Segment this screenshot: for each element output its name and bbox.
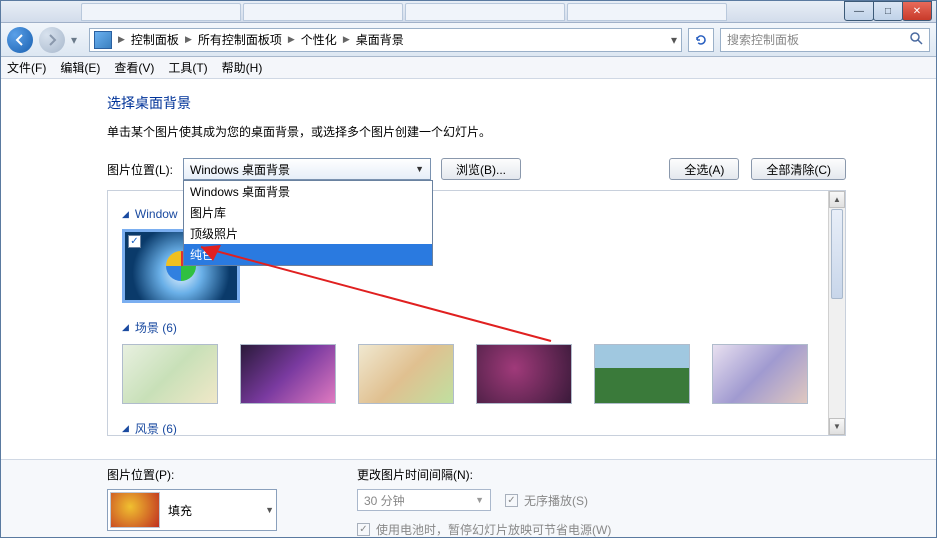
nav-history-dropdown[interactable]: ▾ xyxy=(71,27,83,53)
wallpaper-thumb[interactable] xyxy=(240,344,336,404)
bottom-panel: 图片位置(P): 填充 ▼ 更改图片时间间隔(N): 30 分钟 ▼ ✓ 无序播… xyxy=(1,459,936,537)
minimize-button[interactable]: — xyxy=(844,1,874,21)
interval-value: 30 分钟 xyxy=(364,492,405,509)
group-label: 场景 (6) xyxy=(135,319,177,336)
arrow-left-icon xyxy=(14,34,26,46)
search-placeholder: 搜索控制面板 xyxy=(727,31,799,48)
back-button[interactable] xyxy=(7,27,33,53)
menu-help[interactable]: 帮助(H) xyxy=(222,59,263,76)
menu-bar: 文件(F) 编辑(E) 查看(V) 工具(T) 帮助(H) xyxy=(1,57,936,79)
navigation-bar: ▾ ▶ 控制面板 ▶ 所有控制面板项 ▶ 个性化 ▶ 桌面背景 ▾ 搜索控制面板 xyxy=(1,23,936,57)
control-panel-icon xyxy=(94,31,112,49)
picture-position-group: 图片位置(P): 填充 ▼ xyxy=(107,466,277,537)
checkbox-icon: ✓ xyxy=(357,523,370,536)
picture-location-combo[interactable]: Windows 桌面背景 ▼ Windows 桌面背景 图片库 顶级照片 纯色 xyxy=(183,158,431,180)
search-input[interactable]: 搜索控制面板 xyxy=(720,28,930,52)
picture-position-combo[interactable]: 填充 ▼ xyxy=(107,489,277,531)
titlebar-tab[interactable] xyxy=(243,3,403,21)
picture-location-dropdown: Windows 桌面背景 图片库 顶级照片 纯色 xyxy=(183,180,433,266)
breadcrumb-item[interactable]: 桌面背景 xyxy=(356,31,404,48)
browse-button[interactable]: 浏览(B)... xyxy=(441,158,521,180)
titlebar-tab[interactable] xyxy=(81,3,241,21)
menu-file[interactable]: 文件(F) xyxy=(7,59,46,76)
shuffle-checkbox[interactable]: ✓ 无序播放(S) xyxy=(505,492,588,509)
breadcrumb-item[interactable]: 所有控制面板项 xyxy=(198,31,282,48)
chevron-down-icon: ▼ xyxy=(265,505,274,515)
combo-value: Windows 桌面背景 xyxy=(190,161,290,178)
interval-group: 更改图片时间间隔(N): 30 分钟 ▼ ✓ 无序播放(S) ✓ 使用电池时，暂… xyxy=(357,466,611,537)
combo-option[interactable]: 图片库 xyxy=(184,202,432,223)
group-header-scenes[interactable]: ◢ 场景 (6) xyxy=(122,319,831,336)
menu-view[interactable]: 查看(V) xyxy=(114,59,154,76)
picture-location-row: 图片位置(L): Windows 桌面背景 ▼ Windows 桌面背景 图片库… xyxy=(107,158,846,180)
wallpaper-thumb[interactable] xyxy=(122,344,218,404)
page-description: 单击某个图片使其成为您的桌面背景，或选择多个图片创建一个幻灯片。 xyxy=(107,123,846,140)
refresh-button[interactable] xyxy=(688,28,714,52)
titlebar-tab[interactable] xyxy=(405,3,565,21)
breadcrumb-item[interactable]: 个性化 xyxy=(301,31,337,48)
wallpaper-checkbox[interactable]: ✓ xyxy=(128,235,141,248)
chevron-right-icon: ▶ xyxy=(181,34,196,45)
checkbox-icon: ✓ xyxy=(505,494,518,507)
menu-tools[interactable]: 工具(T) xyxy=(168,59,207,76)
shuffle-label: 无序播放(S) xyxy=(524,492,588,509)
wallpaper-thumb[interactable] xyxy=(358,344,454,404)
chevron-down-icon: ▼ xyxy=(475,495,484,505)
clear-all-button[interactable]: 全部清除(C) xyxy=(751,158,846,180)
arrow-right-icon xyxy=(46,34,58,46)
breadcrumb[interactable]: ▶ 控制面板 ▶ 所有控制面板项 ▶ 个性化 ▶ 桌面背景 ▾ xyxy=(89,28,682,52)
window-controls: — □ ✕ xyxy=(845,1,932,21)
scroll-thumb[interactable] xyxy=(831,209,843,299)
interval-combo[interactable]: 30 分钟 ▼ xyxy=(357,489,491,511)
battery-checkbox[interactable]: ✓ 使用电池时，暂停幻灯片放映可节省电源(W) xyxy=(357,521,611,538)
picture-position-label: 图片位置(P): xyxy=(107,466,277,483)
combo-option[interactable]: 顶级照片 xyxy=(184,223,432,244)
maximize-button[interactable]: □ xyxy=(873,1,903,21)
select-all-button[interactable]: 全选(A) xyxy=(669,158,739,180)
window-titlebar: — □ ✕ xyxy=(1,1,936,23)
position-preview-icon xyxy=(110,492,160,528)
interval-label: 更改图片时间间隔(N): xyxy=(357,466,611,483)
group-label: Window xyxy=(135,207,178,221)
scrollbar[interactable]: ▲ ▼ xyxy=(828,191,845,435)
picture-location-label: 图片位置(L): xyxy=(107,161,173,178)
breadcrumb-dropdown[interactable]: ▾ xyxy=(671,33,677,47)
group-header-landscape[interactable]: ◢ 风景 (6) xyxy=(122,420,831,436)
refresh-icon xyxy=(694,33,708,47)
forward-button[interactable] xyxy=(39,27,65,53)
page-title: 选择桌面背景 xyxy=(107,93,846,113)
scroll-down-button[interactable]: ▼ xyxy=(829,418,845,435)
chevron-down-icon: ▼ xyxy=(415,164,424,174)
collapse-icon: ◢ xyxy=(122,423,129,434)
collapse-icon: ◢ xyxy=(122,322,129,333)
breadcrumb-item[interactable]: 控制面板 xyxy=(131,31,179,48)
group-label: 风景 (6) xyxy=(135,420,177,436)
combo-option[interactable]: Windows 桌面背景 xyxy=(184,181,432,202)
chevron-right-icon: ▶ xyxy=(284,34,299,45)
battery-label: 使用电池时，暂停幻灯片放映可节省电源(W) xyxy=(376,521,611,538)
position-value: 填充 xyxy=(168,502,192,519)
wallpaper-thumb[interactable] xyxy=(594,344,690,404)
chevron-right-icon: ▶ xyxy=(339,34,354,45)
titlebar-tabs xyxy=(81,3,727,21)
wallpaper-thumb[interactable] xyxy=(476,344,572,404)
menu-edit[interactable]: 编辑(E) xyxy=(60,59,100,76)
chevron-right-icon: ▶ xyxy=(114,34,129,45)
search-icon xyxy=(909,31,923,48)
scroll-up-button[interactable]: ▲ xyxy=(829,191,845,208)
titlebar-tab[interactable] xyxy=(567,3,727,21)
close-button[interactable]: ✕ xyxy=(902,1,932,21)
wallpaper-thumb[interactable] xyxy=(712,344,808,404)
collapse-icon: ◢ xyxy=(122,209,129,220)
combo-option-solid-color[interactable]: 纯色 xyxy=(184,244,432,265)
